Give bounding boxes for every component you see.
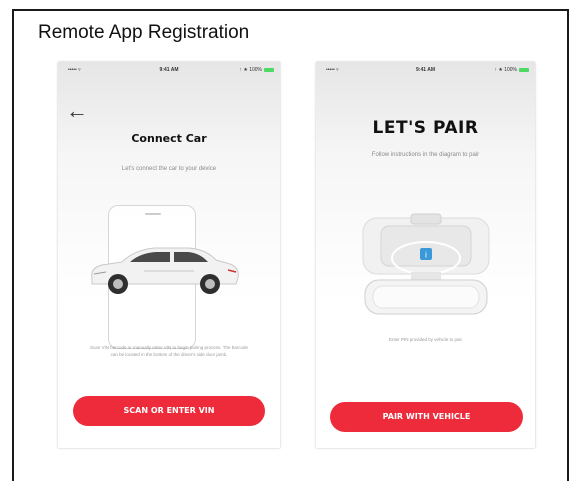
scan-instructions: Scan VIN barcode or manually enter VIN t…	[89, 345, 248, 357]
screen-title: Connect Car	[131, 132, 207, 145]
status-bar: ••••• ▿ 9:41 AM ↑ ★ 100%	[58, 67, 280, 75]
speaker-icon	[145, 213, 161, 215]
car-illustration	[91, 247, 239, 294]
pin-instructions: Enter PIN provided by vehicle to pair	[388, 337, 463, 342]
scan-or-enter-vin-button[interactable]: SCAN OR ENTER VIN	[73, 396, 265, 426]
figure-heading: Remote App Registration	[38, 22, 250, 43]
battery-icon	[264, 68, 274, 72]
battery-label: ↑ ★ 100%	[494, 67, 517, 73]
rearview-mirror-illustration: i	[362, 213, 490, 315]
status-bar: ••••• ▿ 9:41 AM ↑ ★ 100%	[316, 67, 535, 75]
battery-icon	[519, 68, 529, 72]
screen-subtitle: Follow instructions in the diagram to pa…	[371, 152, 480, 158]
back-arrow-icon[interactable]: ←	[66, 100, 88, 122]
pair-with-vehicle-button[interactable]: PAIR WITH VEHICLE	[330, 402, 523, 432]
svg-text:i: i	[425, 251, 427, 260]
battery-label: ↑ ★ 100%	[239, 67, 262, 73]
screen-subtitle: Let's connect the car to your device	[121, 166, 217, 172]
lets-pair-screen: ••••• ▿ 9:41 AM ↑ ★ 100% LET'S PAIR Foll…	[316, 62, 535, 448]
connect-car-screen: ••••• ▿ 9:41 AM ↑ ★ 100% ← Connect Car L…	[58, 62, 280, 448]
screen-title: LET'S PAIR	[372, 118, 479, 138]
